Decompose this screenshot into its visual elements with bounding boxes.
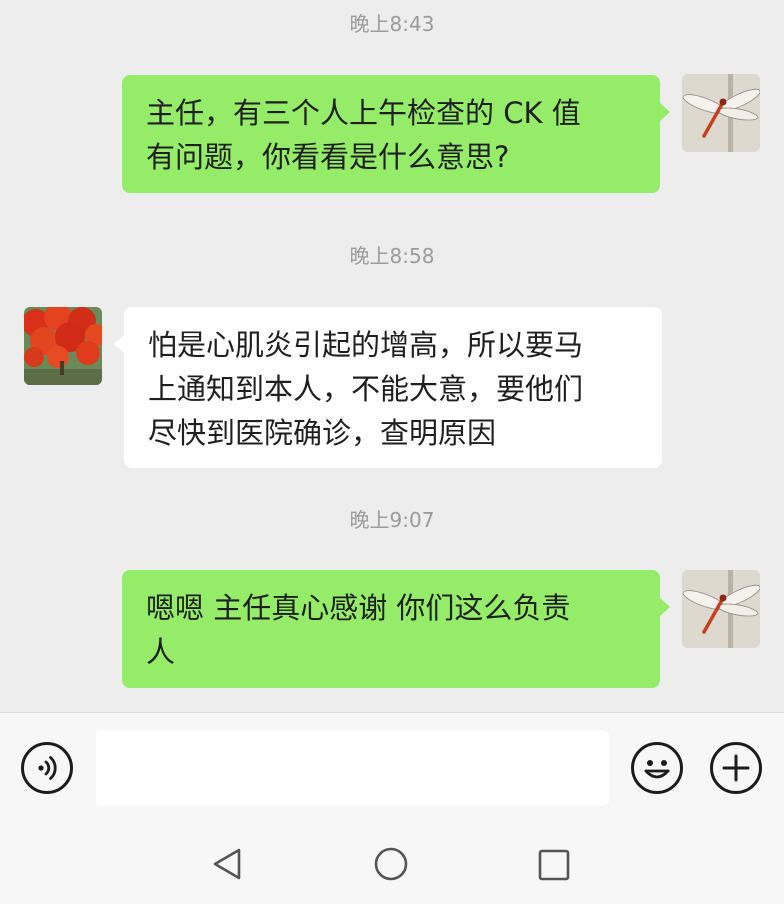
outgoing-message-bubble[interactable]: 主任，有三个人上午检查的 CK 值 有问题，你看看是什么意思? bbox=[122, 75, 670, 193]
emoji-button[interactable] bbox=[631, 742, 683, 794]
timestamp: 晚上8:58 bbox=[349, 244, 435, 268]
timestamp: 晚上8:43 bbox=[349, 12, 435, 36]
plus-icon bbox=[722, 754, 750, 782]
red-flowers-icon bbox=[24, 307, 102, 385]
system-navigation-bar bbox=[0, 820, 784, 904]
dragonfly-avatar[interactable] bbox=[682, 74, 760, 152]
incoming-message-bubble[interactable]: 怕是心肌炎引起的增高，所以要马 上通知到本人，不能大意，要他们 尽快到医院确诊，… bbox=[114, 307, 662, 468]
chat-area[interactable]: 晚上8:43 主任，有三个人上午检查的 CK 值 有问题，你看看是什么意思? 晚… bbox=[0, 0, 784, 712]
outgoing-message-bubble[interactable]: 嗯嗯 主任真心感谢 你们这么负责 人 bbox=[122, 570, 670, 688]
dragonfly-avatar[interactable] bbox=[682, 570, 760, 648]
recents-square-icon[interactable] bbox=[537, 848, 571, 882]
home-circle-icon[interactable] bbox=[373, 846, 409, 882]
voice-icon bbox=[38, 756, 57, 780]
dragonfly-icon bbox=[682, 570, 760, 648]
message-input-bar bbox=[0, 712, 784, 820]
message-input[interactable] bbox=[96, 730, 609, 806]
add-button[interactable] bbox=[710, 742, 762, 794]
red-flowers-avatar[interactable] bbox=[24, 307, 102, 385]
voice-button[interactable] bbox=[21, 742, 73, 794]
timestamp: 晚上9:07 bbox=[349, 508, 435, 532]
emoji-icon bbox=[644, 760, 670, 779]
dragonfly-icon bbox=[682, 74, 760, 152]
back-triangle-icon[interactable] bbox=[210, 846, 244, 882]
